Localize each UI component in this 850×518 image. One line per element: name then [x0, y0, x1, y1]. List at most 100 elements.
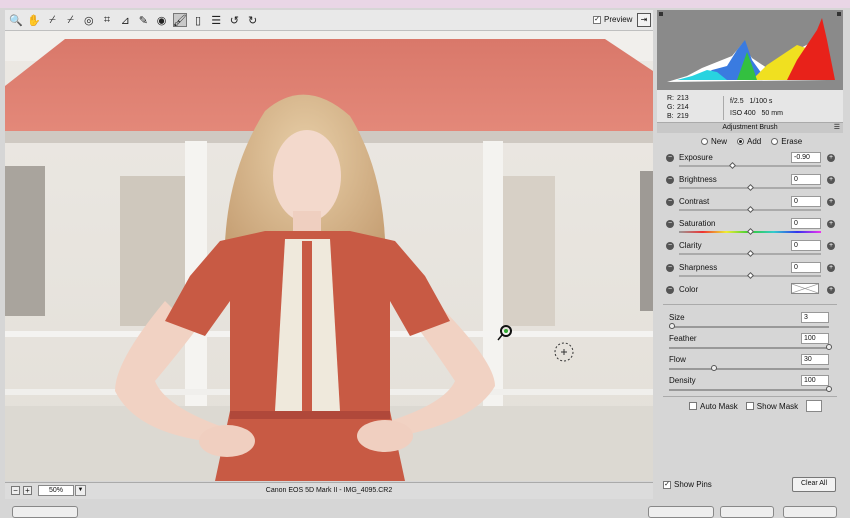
exposure-value-field[interactable]: -0.90 — [791, 152, 821, 163]
density-slider-track[interactable] — [669, 389, 829, 391]
spot-removal-icon[interactable]: ✎ — [136, 13, 150, 27]
show-pins-checkbox[interactable]: ✓ — [663, 480, 671, 489]
contrast-value-field[interactable]: 0 — [791, 196, 821, 207]
show-mask-label: Show Mask — [756, 401, 799, 411]
color-minus-icon[interactable]: − — [666, 286, 674, 294]
density-label: Density — [669, 376, 696, 385]
sharpness-minus-icon[interactable]: − — [666, 264, 674, 272]
bottom-button-stub[interactable] — [12, 506, 78, 518]
graduated-filter-icon[interactable]: ▯ — [191, 13, 205, 27]
color-label: Color — [679, 285, 699, 294]
status-bar: − + 50% ▼ Canon EOS 5D Mark II - IMG_409… — [5, 482, 653, 499]
flow-slider-handle[interactable] — [710, 365, 717, 371]
clarity-value-field[interactable]: 0 — [791, 240, 821, 251]
radio-dot[interactable] — [771, 138, 779, 145]
adjustment-brush-icon[interactable]: 🖌 — [172, 13, 187, 27]
exposure-slider-handle[interactable] — [729, 161, 737, 170]
sharpness-value-field[interactable]: 0 — [791, 262, 821, 273]
saturation-plus-icon[interactable]: + — [827, 220, 835, 228]
window-top-strip — [0, 0, 850, 8]
crop-icon[interactable]: ⌗ — [100, 13, 114, 27]
auto-mask-toggle[interactable]: Auto Mask — [689, 402, 738, 411]
feather-slider-track[interactable] — [669, 347, 829, 349]
mode-add-radio[interactable]: Add — [737, 137, 761, 146]
clarity-row: − Clarity 0 + — [657, 240, 843, 262]
hand-icon[interactable]: ✋ — [27, 13, 41, 27]
b-value: 219 — [676, 113, 689, 120]
density-slider-handle[interactable] — [826, 386, 832, 392]
brightness-plus-icon[interactable]: + — [827, 176, 835, 184]
color-swatch[interactable] — [791, 283, 819, 294]
size-slider-handle[interactable] — [669, 323, 676, 329]
size-slider-track[interactable] — [669, 326, 829, 328]
radio-dot[interactable] — [737, 138, 745, 145]
density-value-field[interactable]: 100 — [801, 375, 829, 386]
color-sampler-icon[interactable]: ⌿ — [64, 13, 78, 27]
flow-slider-track[interactable] — [669, 368, 829, 370]
straighten-icon[interactable]: ⊿ — [118, 13, 132, 27]
sharpness-slider-handle[interactable] — [746, 271, 754, 280]
fullscreen-icon[interactable]: ⇥ — [637, 13, 651, 27]
rotate-right-icon[interactable]: ↻ — [246, 13, 260, 27]
exposure-plus-icon[interactable]: + — [827, 154, 835, 162]
bottom-button-stub[interactable] — [783, 506, 837, 518]
saturation-label: Saturation — [679, 219, 716, 228]
mode-label: Erase — [781, 137, 803, 146]
sharpness-plus-icon[interactable]: + — [827, 264, 835, 272]
g-value: 214 — [676, 104, 689, 111]
panel-header: Adjustment Brush ☰ — [657, 123, 843, 133]
preferences-icon[interactable]: ☰ — [209, 13, 223, 27]
mode-erase-radio[interactable]: Erase — [771, 137, 802, 146]
saturation-value-field[interactable]: 0 — [791, 218, 821, 229]
preview-checkbox[interactable]: ✓ — [593, 15, 601, 24]
feather-value-field[interactable]: 100 — [801, 333, 829, 344]
show-mask-checkbox[interactable] — [745, 402, 754, 410]
clarity-plus-icon[interactable]: + — [827, 242, 835, 250]
clarity-minus-icon[interactable]: − — [666, 242, 674, 250]
radio-dot[interactable] — [701, 138, 708, 145]
sharpness-row: − Sharpness 0 + — [657, 262, 843, 284]
color-plus-icon[interactable]: + — [827, 286, 835, 294]
clarity-slider-handle[interactable] — [746, 249, 754, 258]
show-mask-toggle[interactable]: Show Mask — [745, 401, 799, 411]
exposure-minus-icon[interactable]: − — [666, 154, 674, 162]
zoom-icon[interactable]: 🔍 — [9, 13, 23, 27]
tool-bar: 🔍 ✋ ⌿ ⌿ ◎ ⌗ ⊿ ✎ ◉ 🖌 ▯ ☰ ↺ ↻ ✓ Preview ⇥ — [5, 10, 653, 31]
r-value: 213 — [676, 95, 689, 102]
brightness-slider-handle[interactable] — [746, 183, 754, 192]
contrast-plus-icon[interactable]: + — [827, 198, 835, 206]
preview-toggle[interactable]: ✓ Preview — [593, 15, 632, 24]
size-label: Size — [669, 313, 685, 322]
file-caption: Canon EOS 5D Mark II - IMG_4095.CR2 — [265, 487, 393, 494]
exposure-slider-track[interactable] — [679, 165, 821, 167]
bottom-button-stub[interactable] — [720, 506, 774, 518]
feather-slider-handle[interactable] — [826, 344, 832, 350]
focal-length: 50 mm — [761, 110, 783, 117]
divider — [663, 304, 837, 305]
mask-color-swatch[interactable] — [806, 400, 823, 412]
auto-mask-checkbox[interactable] — [689, 402, 697, 410]
divider — [663, 396, 837, 397]
panel-menu-icon[interactable]: ☰ — [834, 123, 840, 133]
color-row: − Color + — [657, 283, 843, 306]
saturation-minus-icon[interactable]: − — [666, 220, 674, 228]
mode-new-radio[interactable]: New — [701, 137, 727, 146]
size-value-field[interactable]: 3 — [801, 312, 829, 323]
brightness-value-field[interactable]: 0 — [791, 174, 821, 185]
flow-value-field[interactable]: 30 — [801, 354, 829, 365]
red-eye-icon[interactable]: ◉ — [155, 13, 169, 27]
bottom-button-stub[interactable] — [648, 506, 714, 518]
saturation-slider-handle[interactable] — [746, 227, 754, 236]
iso: ISO 400 — [730, 110, 756, 117]
image-preview[interactable] — [5, 31, 653, 481]
clear-all-button[interactable]: Clear All — [792, 477, 836, 492]
contrast-slider-handle[interactable] — [746, 205, 754, 214]
contrast-minus-icon[interactable]: − — [666, 198, 674, 206]
flow-label: Flow — [669, 355, 686, 364]
brush-mode-group: New Add Erase — [701, 137, 802, 146]
rotate-left-icon[interactable]: ↺ — [227, 13, 241, 27]
brightness-minus-icon[interactable]: − — [666, 176, 674, 184]
white-balance-icon[interactable]: ⌿ — [45, 13, 59, 27]
target-adjust-icon[interactable]: ◎ — [82, 13, 96, 27]
show-pins-toggle[interactable]: ✓ Show Pins — [663, 480, 712, 489]
